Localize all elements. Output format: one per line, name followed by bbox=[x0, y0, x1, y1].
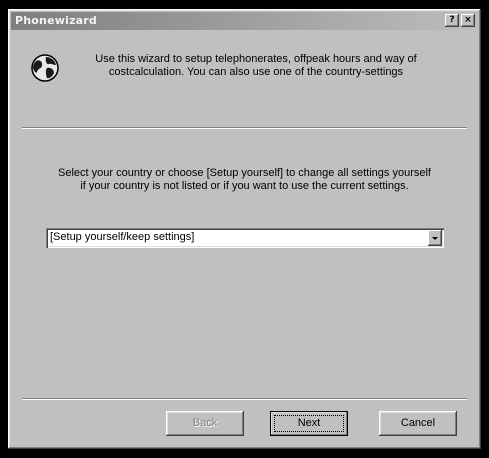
instructions-line-2: if your country is not listed or if you … bbox=[80, 180, 409, 192]
intro-text: Use this wizard to setup telephonerates,… bbox=[66, 53, 446, 79]
country-select[interactable]: [Setup yourself/keep settings] bbox=[46, 228, 444, 248]
instructions-text: Select your country or choose [Setup you… bbox=[38, 167, 451, 193]
intro-line-1: Use this wizard to setup telephonerates,… bbox=[95, 53, 417, 65]
footer-separator bbox=[22, 398, 467, 400]
back-button[interactable]: Back bbox=[166, 411, 244, 436]
window-title: Phonewizard bbox=[15, 14, 97, 27]
help-button[interactable]: ? bbox=[445, 14, 459, 27]
close-button[interactable]: × bbox=[461, 14, 475, 27]
wizard-window: Phonewizard ? × Use this wizard to setup… bbox=[8, 9, 481, 449]
intro-line-2: costcalculation. You can also use one of… bbox=[108, 66, 404, 78]
next-button[interactable]: Next bbox=[270, 411, 348, 436]
title-bar[interactable]: Phonewizard ? × bbox=[11, 12, 478, 30]
globe-icon bbox=[31, 54, 59, 82]
country-select-value: [Setup yourself/keep settings] bbox=[50, 231, 195, 243]
next-focus-rect bbox=[274, 415, 344, 432]
instructions-line-1: Select your country or choose [Setup you… bbox=[58, 167, 431, 179]
chevron-down-icon[interactable] bbox=[428, 230, 442, 246]
cancel-button[interactable]: Cancel bbox=[379, 411, 457, 436]
header-separator bbox=[22, 127, 467, 129]
